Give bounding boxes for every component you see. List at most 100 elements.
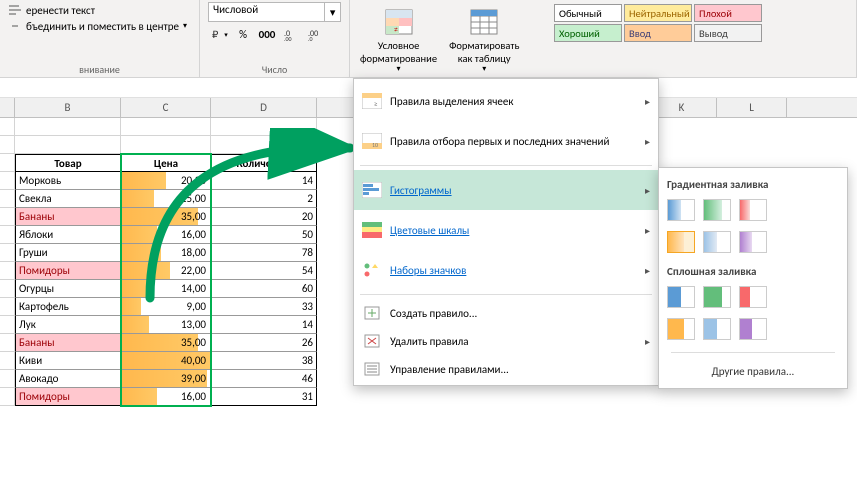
product-cell[interactable]: Груши [15, 244, 121, 262]
styles-group: ≠ Условное форматирование ▾ Форматироват… [350, 0, 550, 77]
more-rules-link[interactable]: Другие правила... [665, 357, 841, 382]
style-neutral[interactable]: Нейтральный [624, 4, 692, 22]
databar-lightblue-solid[interactable] [703, 318, 731, 340]
menu-top-bottom[interactable]: 10 Правила отбора первых и последних зна… [354, 121, 658, 161]
number-format-value: Числовой [208, 2, 325, 22]
databar-red-solid[interactable] [739, 286, 767, 308]
qty-cell[interactable]: 31 [211, 388, 317, 406]
color-scales-icon [362, 222, 382, 238]
qty-cell[interactable]: 33 [211, 298, 317, 316]
style-output[interactable]: Вывод [694, 24, 762, 42]
svg-text:≥: ≥ [374, 99, 378, 108]
decrease-decimal-button[interactable]: .00.0 [304, 24, 326, 44]
qty-cell[interactable]: 60 [211, 280, 317, 298]
product-cell[interactable]: Бананы [15, 208, 121, 226]
product-cell[interactable]: Бананы [15, 334, 121, 352]
menu-data-bars[interactable]: Гистограммы ▸ [354, 170, 658, 210]
product-cell[interactable]: Киви [15, 352, 121, 370]
price-cell[interactable]: 18,00 [121, 244, 211, 262]
qty-cell[interactable]: 14 [211, 316, 317, 334]
price-cell[interactable]: 35,00 [121, 208, 211, 226]
gradient-row-2 [665, 229, 841, 261]
menu-highlight-cells[interactable]: ≥ Правила выделения ячеек ▸ [354, 81, 658, 121]
menu-manage-rules[interactable]: Управление правилами... [354, 355, 658, 383]
product-cell[interactable]: Помидоры [15, 262, 121, 280]
col-header-c[interactable]: C [121, 98, 211, 117]
qty-cell[interactable]: 46 [211, 370, 317, 388]
product-cell[interactable]: Авокадо [15, 370, 121, 388]
databar-blue-gradient[interactable] [667, 199, 695, 221]
style-input[interactable]: Ввод [624, 24, 692, 42]
number-format-dropdown[interactable]: Числовой ▾ [208, 2, 341, 22]
price-cell[interactable]: 9,00 [121, 298, 211, 316]
price-cell[interactable]: 20,00 [121, 172, 211, 190]
merge-center-button[interactable]: бъединить и поместить в центре ▾ [8, 18, 191, 34]
product-cell[interactable]: Помидоры [15, 388, 121, 406]
qty-cell[interactable]: 26 [211, 334, 317, 352]
qty-cell[interactable]: 78 [211, 244, 317, 262]
qty-cell[interactable]: 50 [211, 226, 317, 244]
price-cell[interactable]: 14,00 [121, 280, 211, 298]
comma-style-button[interactable]: 000 [256, 24, 278, 44]
format-as-table-button[interactable]: Форматировать как таблицу ▾ [443, 4, 525, 77]
databar-lightblue-gradient[interactable] [703, 231, 731, 253]
qty-cell[interactable]: 54 [211, 262, 317, 280]
style-good[interactable]: Хороший [554, 24, 622, 42]
price-cell[interactable]: 39,00 [121, 370, 211, 388]
icon-sets-icon [362, 262, 382, 278]
qty-cell[interactable]: 38 [211, 352, 317, 370]
databar-green-solid[interactable] [703, 286, 731, 308]
chevron-right-icon: ▸ [645, 224, 650, 237]
price-cell[interactable]: 35,00 [121, 334, 211, 352]
qty-cell[interactable]: 20 [211, 208, 317, 226]
wrap-text-button[interactable]: еренести текст [8, 2, 191, 18]
percent-button[interactable]: % [232, 24, 254, 44]
price-cell[interactable]: 40,00 [121, 352, 211, 370]
price-cell[interactable]: 13,00 [121, 316, 211, 334]
menu-label: Создать правило... [390, 307, 477, 320]
manage-rules-icon [362, 361, 382, 377]
increase-decimal-button[interactable]: .0.00 [280, 24, 302, 44]
product-cell[interactable]: Картофель [15, 298, 121, 316]
chevron-down-icon: ▾ [183, 21, 187, 31]
product-cell[interactable]: Огурцы [15, 280, 121, 298]
menu-clear-rules[interactable]: Удалить правила ▸ [354, 327, 658, 355]
menu-color-scales[interactable]: Цветовые шкалы ▸ [354, 210, 658, 250]
databar-purple-gradient[interactable] [739, 231, 767, 253]
product-cell[interactable]: Свекла [15, 190, 121, 208]
price-cell[interactable]: 22,00 [121, 262, 211, 280]
col-header-l[interactable]: L [717, 98, 787, 117]
databar-red-gradient[interactable] [739, 199, 767, 221]
product-cell[interactable]: Лук [15, 316, 121, 334]
conditional-formatting-button[interactable]: ≠ Условное форматирование ▾ [354, 4, 443, 77]
product-cell[interactable]: Морковь [15, 172, 121, 190]
databar-purple-solid[interactable] [739, 318, 767, 340]
table-row[interactable]: Помидоры16,0031 [0, 388, 857, 406]
price-cell[interactable]: 15,00 [121, 190, 211, 208]
style-normal[interactable]: Обычный [554, 4, 622, 22]
price-cell[interactable]: 16,00 [121, 226, 211, 244]
menu-new-rule[interactable]: Создать правило... [354, 299, 658, 327]
menu-label: Правила отбора первых и последних значен… [390, 135, 609, 148]
qty-cell[interactable]: 2 [211, 190, 317, 208]
databar-orange-gradient[interactable] [667, 231, 695, 253]
col-header-a[interactable] [0, 98, 15, 117]
top-bottom-icon: 10 [362, 133, 382, 149]
style-bad[interactable]: Плохой [694, 4, 762, 22]
qty-cell[interactable]: 14 [211, 172, 317, 190]
product-cell[interactable]: Яблоки [15, 226, 121, 244]
chevron-down-icon: ▾ [482, 65, 486, 75]
databar-orange-solid[interactable] [667, 318, 695, 340]
price-cell[interactable]: 16,00 [121, 388, 211, 406]
col-header-b[interactable]: B [15, 98, 121, 117]
databar-green-gradient[interactable] [703, 199, 731, 221]
svg-text:.00: .00 [284, 35, 292, 41]
currency-button[interactable]: ₽ ▾ [208, 24, 230, 44]
header-price: Цена [121, 154, 211, 172]
chevron-right-icon: ▸ [645, 135, 650, 148]
chevron-right-icon: ▸ [645, 95, 650, 108]
col-header-d[interactable]: D [211, 98, 317, 117]
databar-blue-solid[interactable] [667, 286, 695, 308]
menu-icon-sets[interactable]: Наборы значков ▸ [354, 250, 658, 290]
menu-label: Удалить правила [390, 335, 469, 348]
